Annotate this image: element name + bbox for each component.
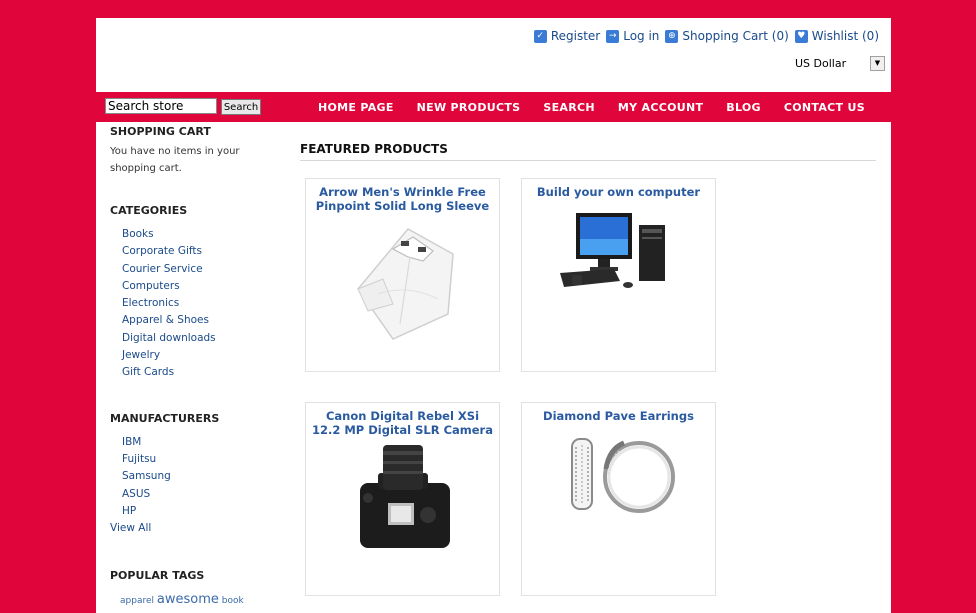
chevron-down-icon[interactable]: ▼ (870, 55, 885, 71)
nav-home-page[interactable]: HOME PAGE (318, 101, 394, 114)
shopping-cart-link[interactable]: ⊕ Shopping Cart (0) (665, 29, 789, 43)
currency-value: US Dollar (795, 56, 847, 70)
category-courier-service[interactable]: Courier Service (110, 261, 280, 278)
categories-list: Books Corporate Gifts Courier Service Co… (110, 226, 280, 382)
wishlist-label: Wishlist (0) (811, 29, 879, 43)
tag-cloud: apparel awesome book (110, 592, 280, 607)
manufacturers-title: MANUFACTURERS (110, 411, 220, 425)
manufacturer-ibm[interactable]: IBM (110, 434, 280, 451)
categories-title: CATEGORIES (110, 204, 188, 217)
manufacturer-asus[interactable]: ASUS (110, 486, 280, 503)
category-apparel-shoes[interactable]: Apparel & Shoes (110, 312, 280, 329)
product-name[interactable]: Canon Digital Rebel XSi 12.2 MP Digital … (306, 409, 499, 437)
register-label: Register (550, 29, 601, 43)
product-card[interactable]: Canon Digital Rebel XSi 12.2 MP Digital … (305, 402, 500, 596)
nav-new-products[interactable]: NEW PRODUCTS (417, 101, 521, 114)
search-input[interactable] (105, 98, 217, 114)
category-gift-cards[interactable]: Gift Cards (110, 364, 280, 381)
tag-apparel[interactable]: apparel (120, 596, 154, 606)
nav-menu: HOME PAGE NEW PRODUCTS SEARCH MY ACCOUNT… (318, 92, 888, 122)
product-card[interactable]: Build your own computer (521, 178, 716, 372)
category-books[interactable]: Books (110, 226, 280, 243)
tag-awesome[interactable]: awesome (157, 592, 219, 607)
page-container: ✓ Register → Log in ⊕ Shopping Cart (0) … (96, 18, 891, 613)
shopping-cart-text: You have no items in your shopping cart. (110, 146, 240, 174)
view-all-link[interactable]: View All (110, 520, 280, 537)
login-icon: → (606, 29, 620, 43)
popular-tags-title: POPULAR TAGS (110, 569, 205, 583)
shopping-cart-title: SHOPPING CART (110, 125, 211, 138)
currency-select[interactable]: US Dollar ▼ (791, 55, 885, 71)
category-corporate-gifts[interactable]: Corporate Gifts (110, 243, 280, 260)
cart-icon: ⊕ (665, 29, 679, 43)
wishlist-link[interactable]: ♥ Wishlist (0) (794, 29, 879, 43)
nav-search[interactable]: SEARCH (543, 101, 595, 114)
earrings-image[interactable] (554, 429, 684, 519)
search-button[interactable]: Search (221, 99, 261, 115)
featured-products-title: FEATURED PRODUCTS (300, 142, 876, 161)
tag-book[interactable]: book (222, 596, 244, 606)
product-name[interactable]: Diamond Pave Earrings (522, 409, 715, 423)
register-link[interactable]: ✓ Register (533, 29, 601, 43)
manufacturers-list: IBM Fujitsu Samsung ASUS HP (110, 434, 280, 520)
camera-image[interactable] (338, 443, 468, 563)
shopping-cart-label: Shopping Cart (0) (682, 29, 789, 43)
nav-my-account[interactable]: MY ACCOUNT (618, 101, 703, 114)
category-computers[interactable]: Computers (110, 278, 280, 295)
shirt-image[interactable] (338, 219, 468, 344)
manufacturer-samsung[interactable]: Samsung (110, 468, 280, 485)
product-card[interactable]: Arrow Men's Wrinkle Free Pinpoint Solid … (305, 178, 500, 372)
category-jewelry[interactable]: Jewelry (110, 347, 280, 364)
sidebar: SHOPPING CART You have no items in your … (110, 125, 280, 607)
product-name[interactable]: Build your own computer (522, 185, 715, 199)
nav-blog[interactable]: BLOG (726, 101, 761, 114)
manufacturer-hp[interactable]: HP (110, 503, 280, 520)
login-label: Log in (623, 29, 660, 43)
computer-image[interactable] (554, 205, 684, 300)
nav-bar: Search HOME PAGE NEW PRODUCTS SEARCH MY … (96, 92, 891, 122)
product-name[interactable]: Arrow Men's Wrinkle Free Pinpoint Solid … (306, 185, 499, 213)
nav-contact-us[interactable]: CONTACT US (784, 101, 865, 114)
login-link[interactable]: → Log in (606, 29, 659, 43)
register-icon: ✓ (533, 29, 547, 43)
wishlist-icon: ♥ (794, 29, 808, 43)
product-card[interactable]: Diamond Pave Earrings (521, 402, 716, 596)
category-electronics[interactable]: Electronics (110, 295, 280, 312)
header-links: ✓ Register → Log in ⊕ Shopping Cart (0) … (528, 29, 879, 43)
manufacturer-fujitsu[interactable]: Fujitsu (110, 451, 280, 468)
category-digital-downloads[interactable]: Digital downloads (110, 330, 280, 347)
